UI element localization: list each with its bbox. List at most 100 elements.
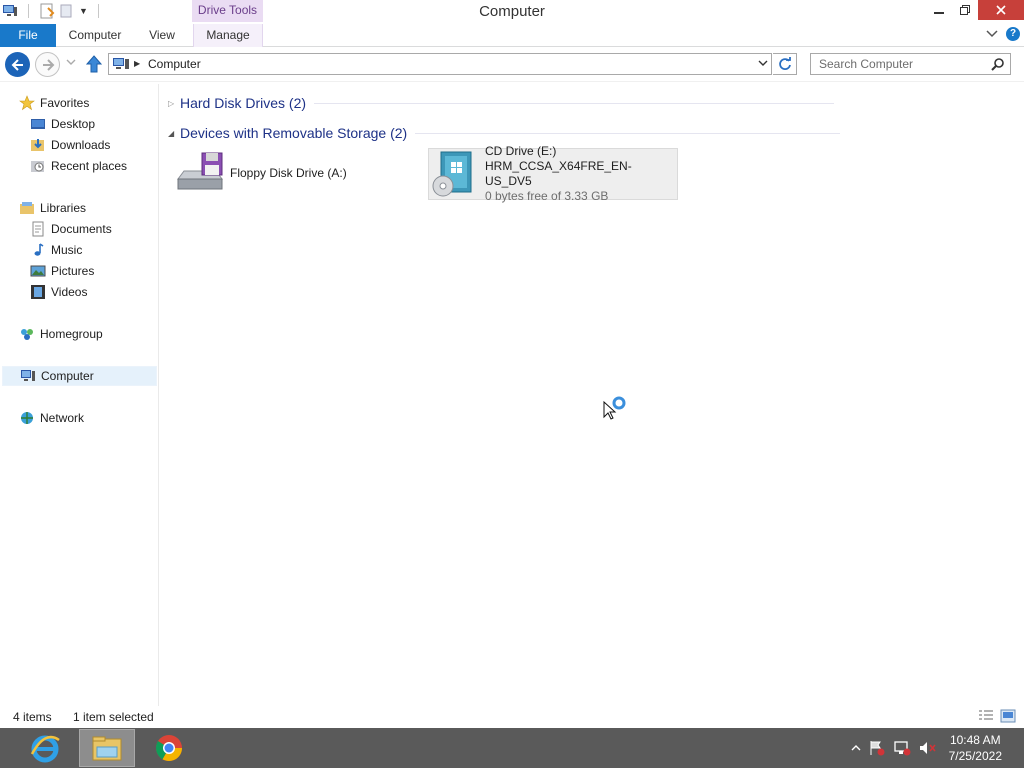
search-box[interactable] [810,53,1011,75]
volume-muted-icon[interactable] [919,740,937,756]
back-arrow-icon [11,58,23,71]
tab-file[interactable]: File [0,24,56,47]
recent-locations-chevron-icon[interactable] [66,59,76,67]
details-view-icon[interactable] [978,709,994,723]
quick-access-toolbar: ▼ [2,3,105,19]
breadcrumb-computer[interactable]: Computer [148,57,201,71]
properties-icon[interactable] [39,3,55,19]
desktop-icon [31,119,45,129]
drive-free-space: 0 bytes free of 3.33 GB [485,189,609,203]
taskbar-file-explorer[interactable] [79,729,135,767]
sidebar-item-desktop[interactable]: Desktop [30,114,95,134]
drive-tools-context-label: Drive Tools [192,0,263,22]
recent-places-icon [31,161,44,172]
collapse-triangle-icon[interactable]: ◢ [168,129,180,138]
system-tray: 10:48 AM 7/25/2022 [851,728,1024,768]
taskbar-chrome[interactable] [141,729,197,767]
group-removable-storage[interactable]: ◢ Devices with Removable Storage (2) [168,123,841,143]
drive-name: CD Drive (E:) [485,144,557,158]
network-status-icon[interactable] [893,740,911,756]
computer-icon[interactable] [2,3,18,19]
pictures-icon [30,265,46,277]
show-hidden-icons-chevron-icon[interactable] [851,744,861,752]
tab-manage[interactable]: Manage [193,24,263,47]
search-input[interactable] [819,56,989,72]
sidebar-item-downloads[interactable]: Downloads [30,135,110,155]
homegroup-icon [21,329,33,340]
sidebar-item-label: Documents [51,222,112,236]
ribbon-tab-bar: File Computer View Manage ? [0,24,1024,47]
toolbar-divider [28,4,29,18]
sidebar-item-label: Computer [41,369,94,383]
expand-ribbon-chevron-icon[interactable] [986,29,998,39]
libraries-icon [20,202,34,214]
drive-floppy-a[interactable]: Floppy Disk Drive (A:) [176,147,416,199]
restore-button[interactable] [952,0,978,20]
customize-toolbar-chevron-icon[interactable]: ▼ [79,6,88,16]
large-icons-view-icon[interactable] [1000,709,1016,723]
group-header-label: Devices with Removable Storage (2) [180,125,408,141]
sidebar-item-pictures[interactable]: Pictures [30,261,94,281]
refresh-button[interactable] [773,53,797,75]
item-count: 4 items [13,710,52,724]
sidebar-item-computer[interactable]: Computer [2,366,157,386]
forward-button[interactable] [35,52,60,77]
downloads-icon [31,139,44,151]
breadcrumb-separator-icon[interactable]: ▶ [134,59,140,68]
action-center-flag-icon[interactable] [869,740,885,756]
sidebar-item-videos[interactable]: Videos [30,282,87,302]
sidebar-item-documents[interactable]: Documents [30,219,112,239]
group-divider [415,132,841,134]
sidebar-item-libraries[interactable]: Libraries [19,198,86,218]
sidebar-item-label: Favorites [40,96,90,110]
address-bar[interactable]: ▶ Computer [108,53,772,75]
sidebar-item-label: Homegroup [40,327,103,341]
navigation-bar: ▶ Computer [0,48,1024,82]
navigation-pane: Favorites Desktop Downloads Recent place… [0,84,159,706]
drive-name: Floppy Disk Drive (A:) [230,165,347,180]
close-button[interactable] [978,0,1024,20]
help-icon[interactable]: ? [1006,27,1020,41]
sidebar-item-music[interactable]: Music [30,240,82,260]
back-button[interactable] [5,52,30,77]
taskbar-internet-explorer[interactable] [17,729,73,767]
computer-icon [21,370,35,381]
new-folder-icon[interactable] [59,3,75,19]
drive-volume-label: HRM_CCSA_X64FRE_EN-US_DV5 [485,159,632,188]
taskbar-clock[interactable]: 10:48 AM 7/25/2022 [949,732,1002,764]
content-pane: ▷ Hard Disk Drives (2) ◢ Devices with Re… [160,84,1024,706]
address-history-chevron-icon[interactable] [758,58,768,68]
drive-cd-e[interactable]: CD Drive (E:) HRM_CCSA_X64FRE_EN-US_DV5 … [428,144,678,203]
view-switcher [978,709,1016,723]
sidebar-item-label: Libraries [40,201,87,215]
clock-date: 7/25/2022 [948,749,1002,763]
tab-view[interactable]: View [140,24,184,47]
file-explorer-icon [92,736,122,761]
ribbon-options: ? [986,27,1020,41]
sidebar-item-homegroup[interactable]: Homegroup [19,324,103,344]
group-hard-disk-drives[interactable]: ▷ Hard Disk Drives (2) [168,93,835,113]
chrome-icon [155,735,183,762]
sidebar-item-network[interactable]: Network [19,408,84,428]
sidebar-item-favorites[interactable]: Favorites [19,93,89,113]
cd-drive-icon [432,151,472,197]
sidebar-item-label: Desktop [51,117,96,131]
sidebar-item-label: Network [40,411,85,425]
up-arrow-icon[interactable] [85,55,103,73]
computer-icon [113,58,129,69]
internet-explorer-icon [30,735,60,763]
toolbar-divider [97,4,99,18]
minimize-button[interactable] [926,0,952,20]
forward-arrow-icon [42,58,54,71]
close-icon [996,5,1006,15]
group-divider [314,102,835,104]
tab-computer[interactable]: Computer [61,24,129,47]
floppy-drive-icon [177,152,223,190]
expand-triangle-icon[interactable]: ▷ [168,99,180,108]
refresh-icon [778,57,791,70]
videos-icon [31,285,45,299]
minimize-icon [934,12,944,14]
search-icon[interactable] [991,57,1005,71]
sidebar-item-label: Downloads [51,138,111,152]
sidebar-item-recent-places[interactable]: Recent places [30,156,127,176]
